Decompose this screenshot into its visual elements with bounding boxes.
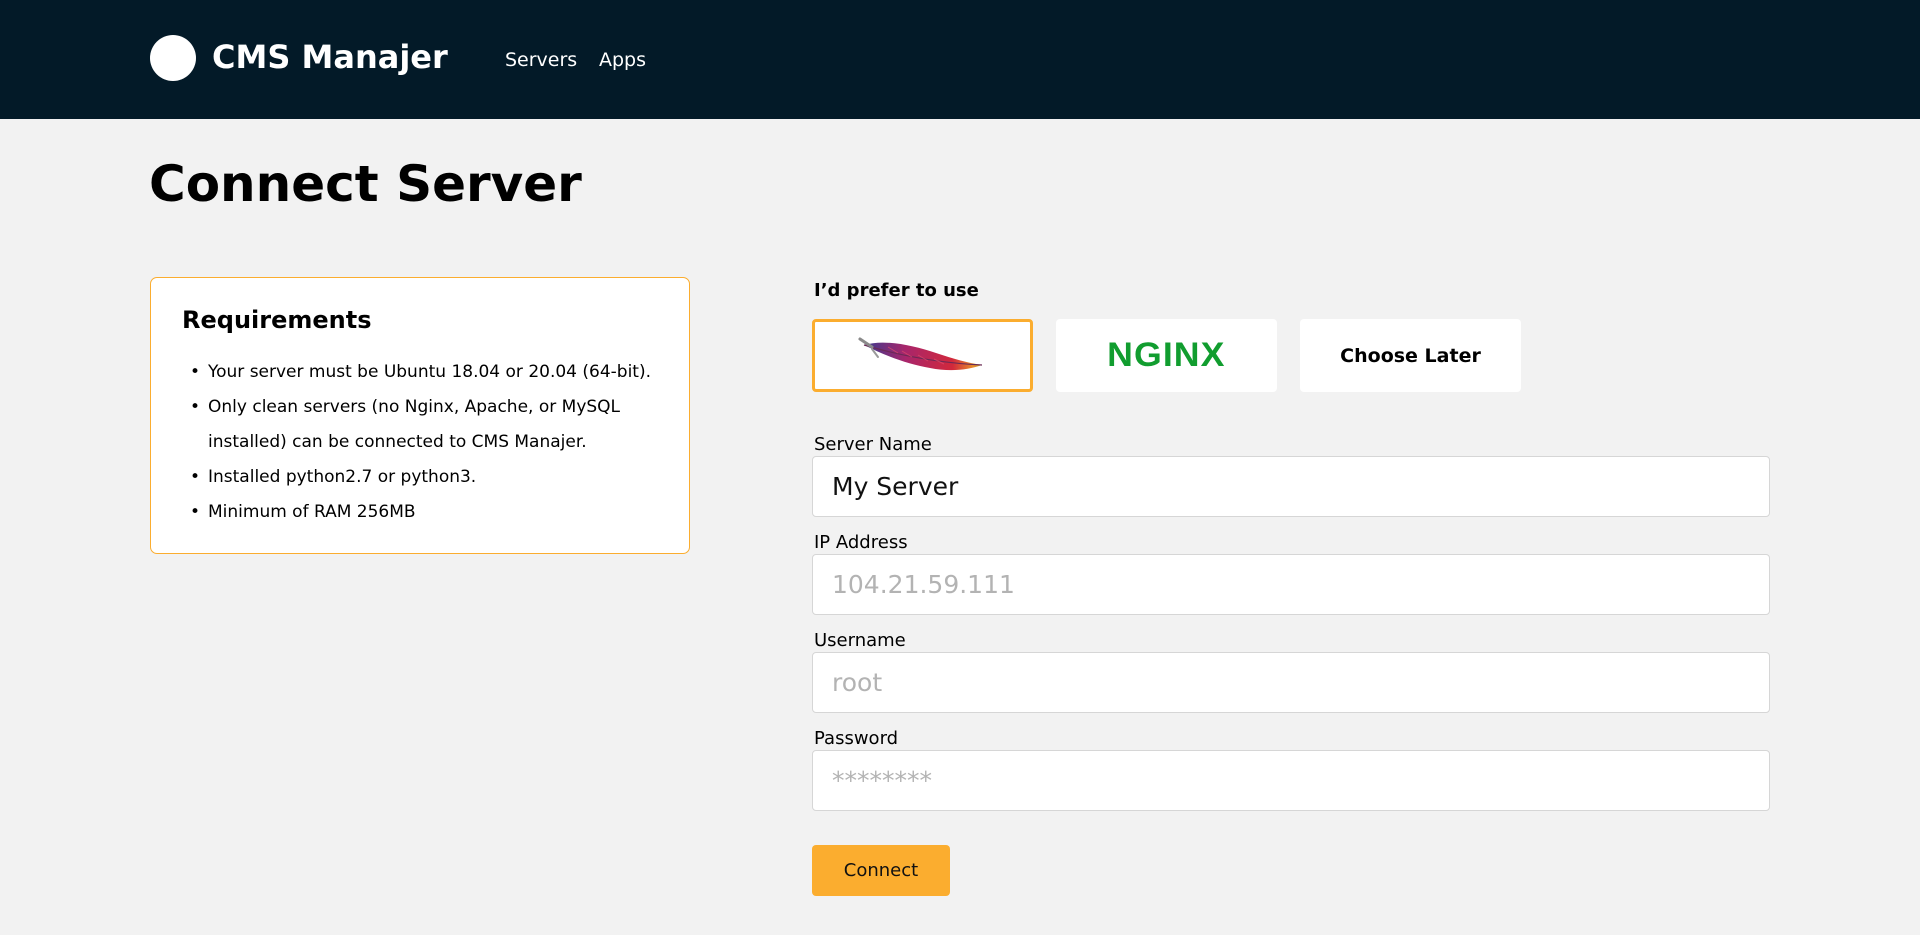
server-option-apache[interactable] (812, 319, 1033, 392)
brand-name[interactable]: CMS Manajer (212, 38, 448, 76)
nav-link-apps[interactable]: Apps (599, 49, 646, 71)
password-input[interactable] (812, 750, 1770, 811)
password-label: Password (814, 728, 899, 749)
username-input[interactable] (812, 652, 1770, 713)
top-navbar: CMS Manajer Servers Apps (0, 0, 1920, 119)
username-label: Username (814, 630, 906, 651)
server-type-label: I’d prefer to use (814, 280, 979, 301)
requirement-item: Only clean servers (no Nginx, Apache, or… (190, 390, 662, 460)
requirements-list: Your server must be Ubuntu 18.04 or 20.0… (190, 355, 662, 530)
requirement-item: Minimum of RAM 256MB (190, 495, 662, 530)
page-title: Connect Server (149, 155, 582, 213)
server-option-nginx[interactable]: NGINX (1056, 319, 1277, 392)
logo-icon[interactable] (150, 35, 196, 81)
requirements-card: Requirements Your server must be Ubuntu … (150, 277, 690, 554)
server-name-label: Server Name (814, 434, 932, 455)
requirement-item: Your server must be Ubuntu 18.04 or 20.0… (190, 355, 662, 390)
apache-feather-icon (858, 337, 982, 370)
server-name-input[interactable] (812, 456, 1770, 517)
requirement-item: Installed python2.7 or python3. (190, 460, 662, 495)
connect-button[interactable]: Connect (812, 845, 950, 896)
choose-later-label: Choose Later (1340, 344, 1481, 367)
requirements-title: Requirements (182, 306, 372, 334)
nav-link-servers[interactable]: Servers (505, 49, 577, 71)
ip-address-label: IP Address (814, 532, 908, 553)
nginx-logo-icon: NGINX (1107, 336, 1226, 374)
server-option-choose-later[interactable]: Choose Later (1300, 319, 1521, 392)
ip-address-input[interactable] (812, 554, 1770, 615)
